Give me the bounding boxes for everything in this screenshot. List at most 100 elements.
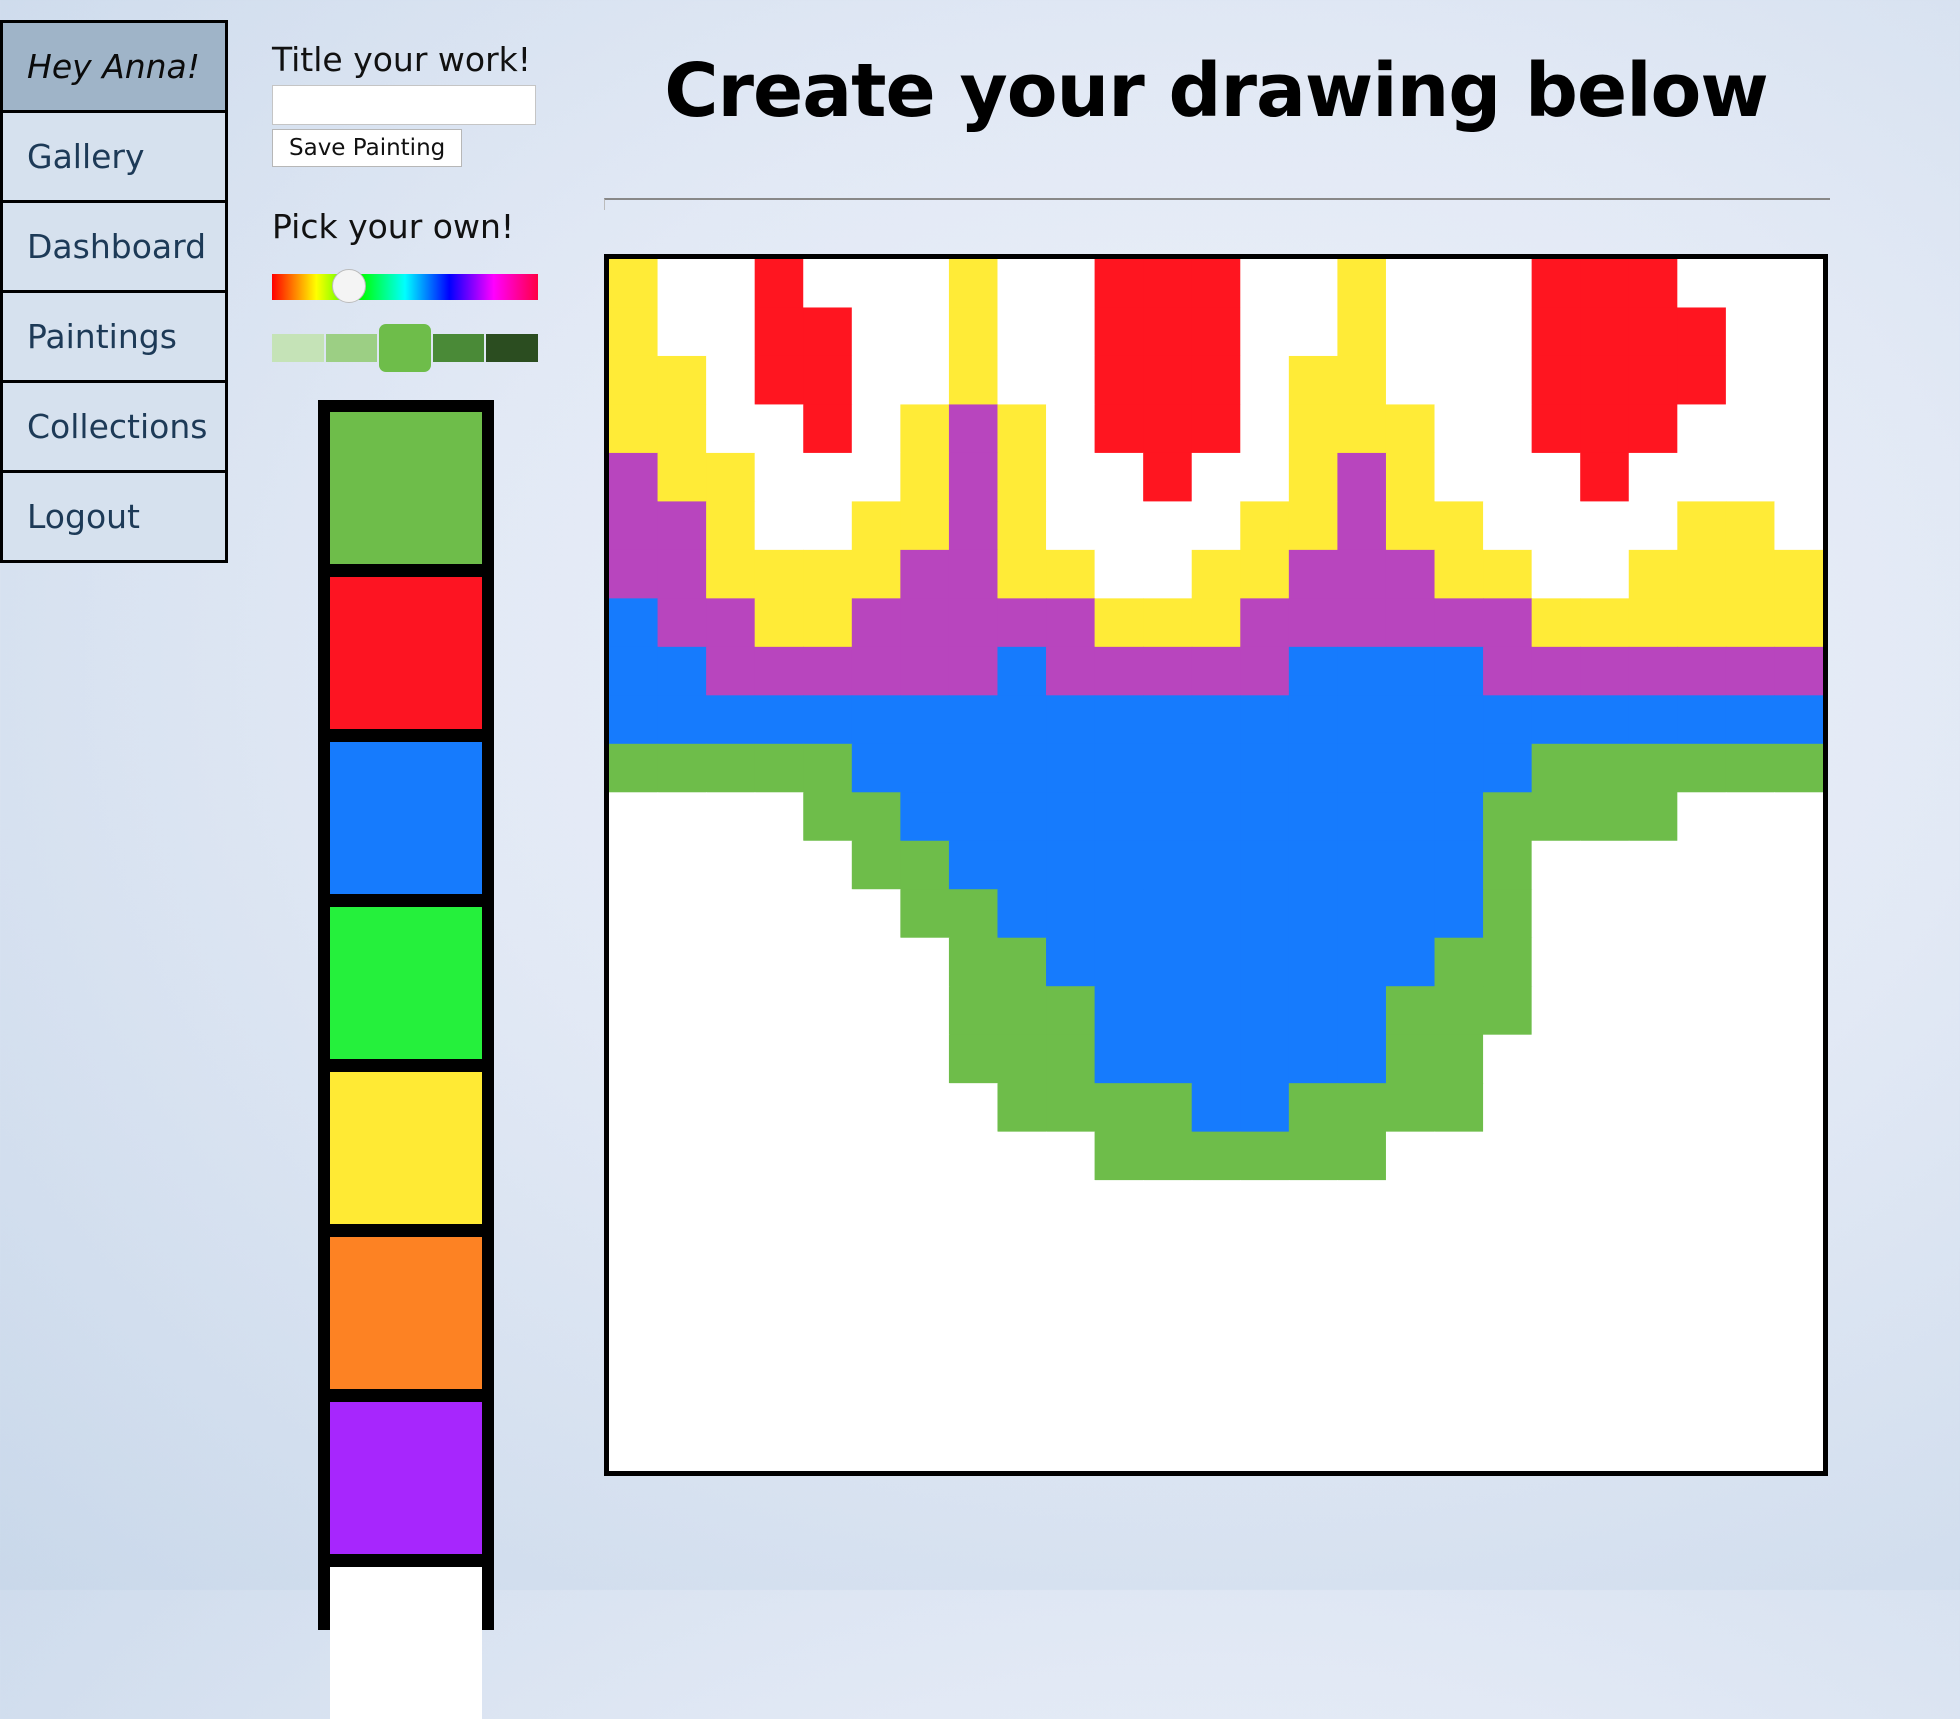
pixel-cell[interactable] — [851, 404, 901, 454]
pixel-cell[interactable] — [657, 1277, 707, 1327]
pixel-cell[interactable] — [1385, 1325, 1436, 1375]
pixel-cell[interactable] — [1580, 1325, 1630, 1375]
pixel-cell[interactable] — [1774, 840, 1823, 890]
pixel-cell[interactable] — [851, 1083, 901, 1133]
pixel-cell[interactable] — [1046, 1083, 1096, 1133]
pixel-cell[interactable] — [1628, 937, 1678, 987]
pixel-cell[interactable] — [1046, 1228, 1096, 1278]
pixel-cell[interactable] — [997, 646, 1047, 696]
pixel-cell[interactable] — [1385, 307, 1436, 357]
pixel-cell[interactable] — [1774, 1325, 1823, 1375]
color-swatch[interactable] — [330, 1237, 482, 1389]
pixel-cell[interactable] — [1385, 743, 1436, 793]
pixel-cell[interactable] — [851, 743, 901, 793]
pixel-cell[interactable] — [803, 743, 853, 793]
pixel-cell[interactable] — [948, 549, 999, 599]
pixel-cell[interactable] — [1143, 792, 1193, 842]
pixel-cell[interactable] — [1385, 937, 1436, 987]
pixel-cell[interactable] — [1677, 501, 1727, 551]
pixel-cell[interactable] — [1094, 1374, 1144, 1424]
pixel-cell[interactable] — [754, 743, 804, 793]
pixel-cell[interactable] — [997, 501, 1047, 551]
pixel-cell[interactable] — [609, 1180, 659, 1230]
pixel-cell[interactable] — [803, 404, 853, 454]
pixel-cell[interactable] — [1531, 792, 1581, 842]
pixel-cell[interactable] — [1240, 404, 1290, 454]
pixel-cell[interactable] — [948, 259, 999, 309]
pixel-cell[interactable] — [657, 695, 707, 745]
pixel-cell[interactable] — [1046, 501, 1096, 551]
pixel-cell[interactable] — [1191, 937, 1241, 987]
pixel-cell[interactable] — [706, 259, 756, 309]
pixel-cell[interactable] — [1143, 937, 1193, 987]
pixel-cell[interactable] — [1483, 986, 1533, 1036]
pixel-cell[interactable] — [754, 501, 804, 551]
pixel-cell[interactable] — [1774, 1228, 1823, 1278]
pixel-cell[interactable] — [1531, 743, 1581, 793]
pixel-cell[interactable] — [1677, 695, 1727, 745]
pixel-cell[interactable] — [1531, 404, 1581, 454]
pixel-cell[interactable] — [803, 840, 853, 890]
pixel-cell[interactable] — [1094, 598, 1144, 648]
pixel-cell[interactable] — [1094, 646, 1144, 696]
pixel-cell[interactable] — [1677, 646, 1727, 696]
pixel-cell[interactable] — [851, 695, 901, 745]
pixel-cell[interactable] — [1191, 501, 1241, 551]
pixel-cell[interactable] — [706, 986, 756, 1036]
pixel-cell[interactable] — [1191, 307, 1241, 357]
pixel-cell[interactable] — [1191, 1034, 1241, 1084]
pixel-cell[interactable] — [803, 549, 853, 599]
pixel-cell[interactable] — [754, 1228, 804, 1278]
pixel-cell[interactable] — [1580, 646, 1630, 696]
pixel-cell[interactable] — [997, 840, 1047, 890]
pixel-cell[interactable] — [609, 1277, 659, 1327]
pixel-cell[interactable] — [1143, 259, 1193, 309]
pixel-cell[interactable] — [851, 792, 901, 842]
pixel-cell[interactable] — [900, 549, 950, 599]
pixel-cell[interactable] — [1191, 695, 1241, 745]
pixel-cell[interactable] — [1337, 307, 1387, 357]
pixel-cell[interactable] — [1288, 1228, 1338, 1278]
pixel-cell[interactable] — [1385, 598, 1436, 648]
pixel-cell[interactable] — [1580, 1277, 1630, 1327]
pixel-cell[interactable] — [1094, 501, 1144, 551]
pixel-cell[interactable] — [1725, 501, 1776, 551]
pixel-cell[interactable] — [997, 1131, 1047, 1181]
pixel-cell[interactable] — [997, 598, 1047, 648]
pixel-cell[interactable] — [997, 307, 1047, 357]
pixel-cell[interactable] — [1288, 1083, 1338, 1133]
pixel-cell[interactable] — [1046, 1374, 1096, 1424]
pixel-cell[interactable] — [851, 840, 901, 890]
pixel-cell[interactable] — [803, 1228, 853, 1278]
pixel-cell[interactable] — [1628, 1374, 1678, 1424]
pixel-cell[interactable] — [1483, 1277, 1533, 1327]
pixel-cell[interactable] — [1677, 1277, 1727, 1327]
pixel-cell[interactable] — [900, 598, 950, 648]
pixel-cell[interactable] — [1531, 986, 1581, 1036]
pixel-cell[interactable] — [1240, 937, 1290, 987]
color-swatch[interactable] — [330, 577, 482, 729]
pixel-cell[interactable] — [1191, 743, 1241, 793]
pixel-cell[interactable] — [1628, 1180, 1678, 1230]
pixel-cell[interactable] — [1725, 792, 1776, 842]
pixel-cell[interactable] — [1483, 1180, 1533, 1230]
pixel-cell[interactable] — [1191, 986, 1241, 1036]
pixel-cell[interactable] — [1434, 889, 1484, 939]
pixel-cell[interactable] — [997, 452, 1047, 502]
pixel-cell[interactable] — [851, 501, 901, 551]
pixel-cell[interactable] — [1240, 501, 1290, 551]
pixel-cell[interactable] — [948, 889, 999, 939]
pixel-cell[interactable] — [1725, 1374, 1776, 1424]
pixel-cell[interactable] — [1677, 598, 1727, 648]
pixel-cell[interactable] — [1677, 549, 1727, 599]
pixel-cell[interactable] — [609, 792, 659, 842]
hue-slider-thumb[interactable] — [332, 269, 366, 303]
pixel-cell[interactable] — [900, 1180, 950, 1230]
pixel-cell[interactable] — [948, 1374, 999, 1424]
pixel-cell[interactable] — [1434, 1083, 1484, 1133]
pixel-cell[interactable] — [1434, 259, 1484, 309]
pixel-cell[interactable] — [1288, 840, 1338, 890]
shade-swatch[interactable] — [379, 324, 431, 372]
pixel-cell[interactable] — [706, 695, 756, 745]
pixel-cell[interactable] — [1143, 695, 1193, 745]
